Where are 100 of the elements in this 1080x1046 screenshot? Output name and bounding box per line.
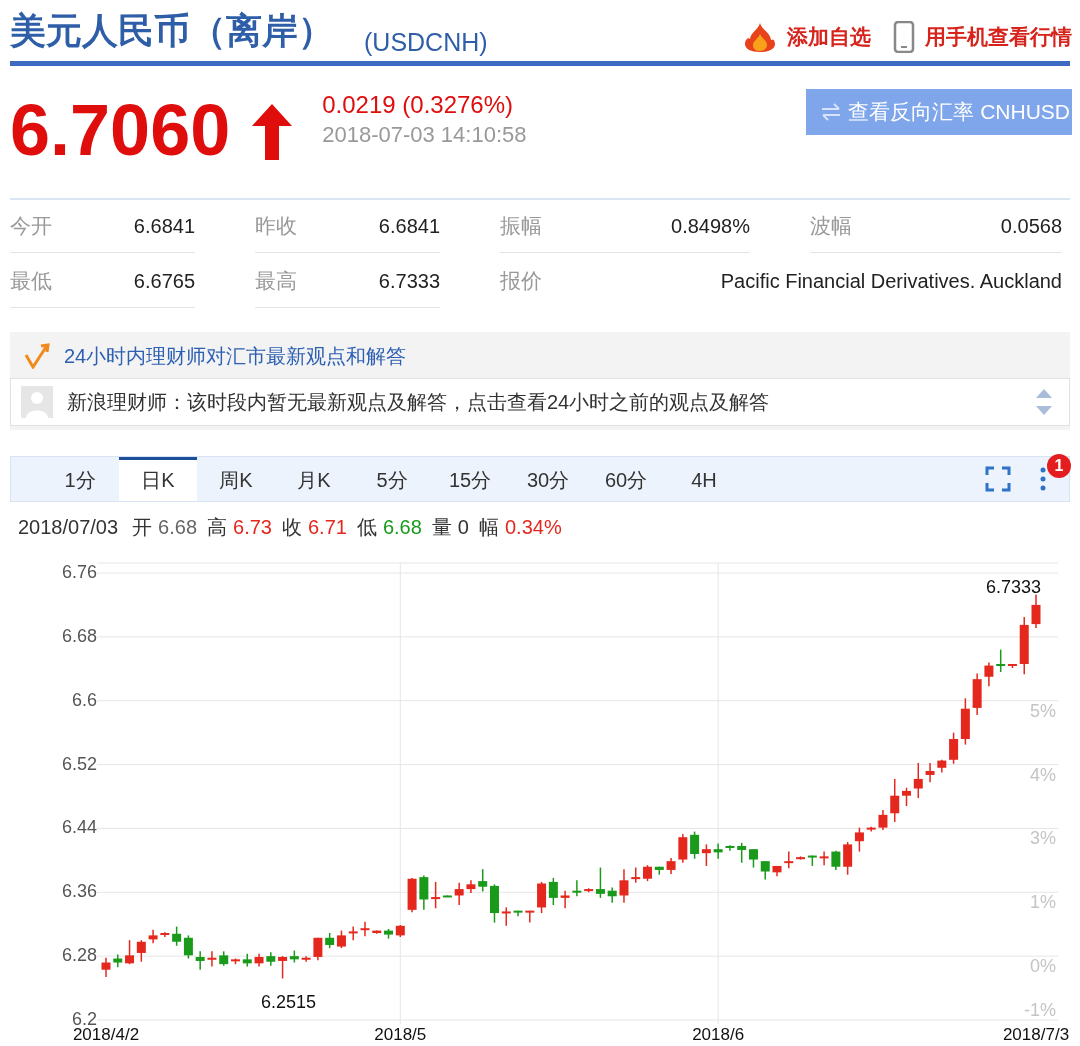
candlestick — [760, 860, 770, 881]
field-label: 量 — [431, 514, 452, 540]
candlestick — [183, 934, 193, 960]
stat-value: 6.6765 — [133, 269, 195, 293]
axis-label: 6.36 — [61, 881, 97, 902]
candlestick — [572, 879, 582, 898]
candlestick — [666, 857, 676, 875]
stat-label: 振幅 — [500, 213, 542, 239]
candlestick — [631, 866, 641, 884]
action-link[interactable]: 用手机查看行情 — [893, 21, 1072, 53]
field-value: 0 — [457, 515, 469, 539]
period-tab[interactable]: 60分 — [587, 457, 665, 501]
candlestick — [101, 957, 111, 978]
candlestick — [678, 833, 688, 864]
candlestick — [748, 848, 758, 869]
candlestick — [360, 921, 370, 937]
candlestick — [607, 886, 617, 904]
stat-value: Pacific Financial Derivatives. Auckland — [720, 269, 1062, 293]
candlestick — [537, 881, 547, 914]
candlestick — [513, 909, 523, 917]
swap-icon — [820, 103, 843, 121]
candlestick — [560, 889, 570, 909]
axis-label: 2018/5 — [374, 1025, 427, 1042]
candlestick — [160, 931, 170, 938]
axis-label: 6.28 — [61, 945, 97, 966]
candlestick — [254, 953, 264, 968]
page-title: 美元人民币（离岸） — [10, 9, 334, 53]
candlestick — [713, 842, 723, 860]
candlestick — [737, 842, 747, 864]
candlestick — [1019, 616, 1029, 676]
axis-label: 0% — [1030, 956, 1056, 977]
avatar-icon — [21, 386, 53, 418]
field-label: 开 — [132, 514, 153, 540]
field-value: 6.71 — [308, 515, 347, 539]
candlestick — [525, 909, 535, 924]
candlestick — [772, 865, 782, 878]
candlestick — [902, 786, 911, 807]
period-tab[interactable]: 1分 — [41, 457, 119, 501]
candlestick — [866, 826, 876, 833]
flame-icon — [743, 22, 777, 52]
axis-label: 2018/6 — [692, 1025, 745, 1042]
symbol-label: (USDCNH) — [364, 27, 488, 57]
action-link[interactable]: 添加自选 — [743, 22, 871, 52]
field-label: 低 — [356, 514, 377, 540]
period-tab[interactable]: 4H — [665, 457, 743, 501]
fullscreen-icon[interactable] — [985, 466, 1011, 492]
candlestick — [843, 841, 853, 876]
candlestick — [972, 672, 982, 716]
candlestick — [478, 868, 488, 893]
axis-label: 2018/7/3 — [1002, 1025, 1070, 1042]
candlestick — [984, 661, 994, 688]
candlestick — [619, 868, 629, 904]
date-label: 2018/07/03 — [18, 515, 119, 539]
advisor-message[interactable]: 新浪理财师：该时段内暂无最新观点及解答，点击查看24小时之前的观点及解答 — [67, 388, 1021, 416]
candlestick — [207, 950, 217, 968]
candlestick — [937, 759, 947, 774]
candlestick — [690, 830, 700, 860]
period-tab[interactable]: 月K — [275, 457, 353, 501]
axis-label: 6.6 — [71, 689, 97, 710]
axis-label: 3% — [1030, 828, 1056, 849]
trend-check-icon — [24, 343, 50, 369]
candlestick — [219, 950, 229, 967]
axis-label: 1% — [1030, 892, 1056, 913]
period-tab[interactable]: 15分 — [431, 457, 509, 501]
period-tab[interactable]: 5分 — [353, 457, 431, 501]
candlestick — [1031, 593, 1041, 629]
candlestick — [819, 850, 829, 866]
candlestick — [195, 950, 205, 971]
period-tab[interactable]: 30分 — [509, 457, 587, 501]
stat-label: 昨收 — [255, 213, 297, 239]
candlestick — [490, 883, 499, 924]
price-value: 6.7060 — [10, 90, 231, 170]
advisor-heading[interactable]: 24小时内理财师对汇市最新观点和解答 — [64, 342, 407, 370]
candlestick — [548, 877, 558, 906]
candlestick — [643, 864, 652, 882]
field-value: 6.73 — [233, 515, 272, 539]
candlestick — [501, 906, 511, 927]
candlestick — [784, 850, 794, 870]
axis-label: 5% — [1030, 700, 1056, 721]
stat-label: 最高 — [255, 268, 297, 294]
period-tab[interactable]: 日K — [119, 457, 197, 501]
more-icon[interactable] — [1039, 466, 1047, 492]
phone-icon — [893, 21, 915, 53]
candlestick — [913, 762, 923, 799]
axis-label: 6.76 — [61, 562, 97, 582]
change-value: 0.0219 (0.3276%) — [322, 90, 515, 120]
candlestick — [419, 874, 429, 911]
candlestick — [148, 929, 158, 945]
candlestick — [301, 955, 311, 963]
axis-label: 6.52 — [61, 753, 97, 774]
candlestick — [113, 953, 123, 969]
candlestick — [136, 939, 146, 963]
period-tab[interactable]: 周K — [197, 457, 275, 501]
stat-label: 最低 — [10, 268, 52, 294]
axis-label: 6.44 — [61, 817, 97, 838]
candlestick — [125, 939, 135, 965]
stat-value: 6.7333 — [378, 269, 440, 293]
candlestick — [654, 866, 664, 876]
candlestick — [172, 925, 182, 947]
value-label: 6.2515 — [261, 992, 317, 1013]
